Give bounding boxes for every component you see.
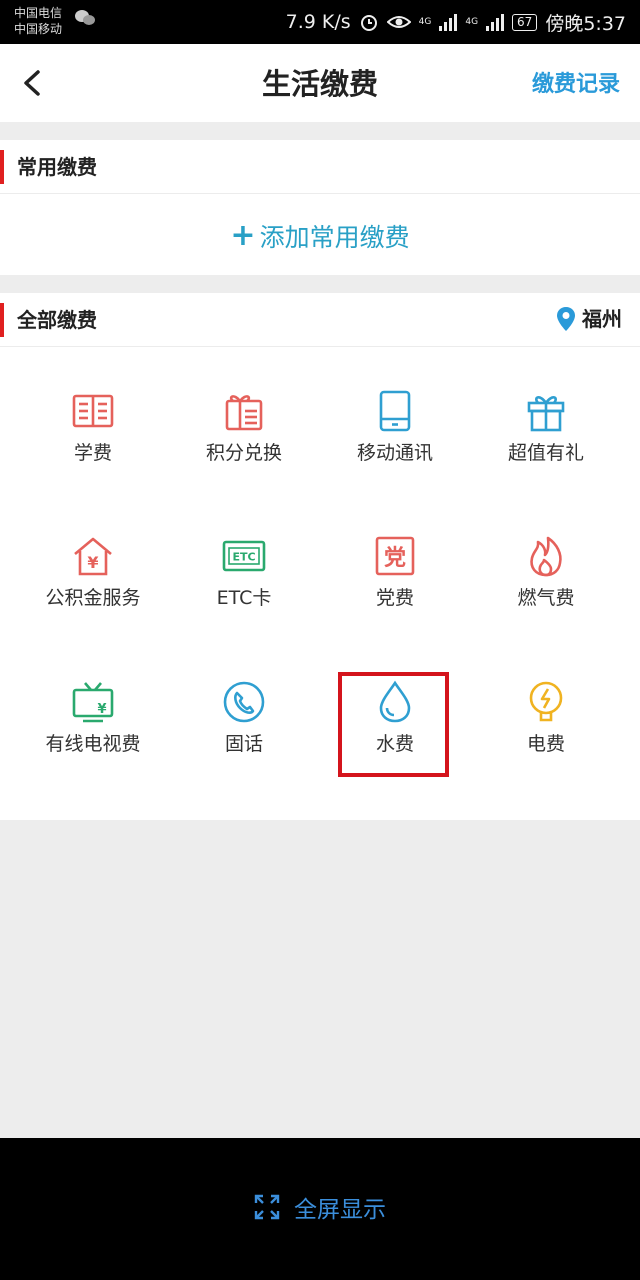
payment-item-etc[interactable]: ETC ETC卡 — [169, 534, 319, 644]
payment-item-label: 有线电视费 — [45, 733, 141, 755]
svg-text:¥: ¥ — [97, 702, 106, 717]
book-icon — [72, 394, 114, 428]
payment-item-label: 积分兑换 — [205, 442, 282, 464]
payment-item-label: 超值有礼 — [507, 442, 584, 464]
payment-item-electricity[interactable]: 电费 — [471, 680, 621, 790]
mobile-phone-icon — [379, 390, 411, 432]
gift-icon — [527, 396, 565, 432]
net-speed: 7.9 K/s — [285, 11, 351, 33]
payment-item-mobile[interactable]: 移动通讯 — [320, 389, 470, 499]
eye-icon — [386, 16, 411, 28]
status-time: 傍晚5:37 — [545, 12, 626, 35]
fullscreen-label: 全屏显示 — [294, 1197, 386, 1223]
payment-item-points-exchange[interactable]: 积分兑换 — [169, 389, 319, 499]
payment-item-label: ETC卡 — [216, 587, 272, 609]
carrier-1: 中国电信 — [14, 6, 63, 20]
payment-item-label: 党费 — [375, 587, 414, 609]
payment-item-label: 电费 — [526, 733, 565, 755]
signal-icon — [439, 13, 458, 31]
bulb-icon — [529, 681, 563, 722]
location-pin-icon — [557, 307, 575, 331]
payment-item-housing-fund[interactable]: ¥ 公积金服务 — [18, 534, 168, 644]
add-common-payment-button[interactable]: + 添加常用缴费 — [0, 195, 640, 276]
tv-icon: ¥ — [72, 682, 114, 723]
payment-item-party-dues[interactable]: 党 党费 — [320, 534, 470, 644]
carrier-2: 中国移动 — [14, 22, 63, 36]
payment-records-link[interactable]: 缴费记录 — [532, 70, 620, 100]
section-header: 常用缴费 — [0, 140, 640, 194]
carrier-info: 中国电信 中国移动 — [14, 5, 62, 37]
landline-icon — [223, 681, 265, 723]
battery-icon: 67 — [512, 13, 538, 31]
payment-item-gas[interactable]: 燃气费 — [471, 534, 621, 644]
etc-card-icon: ETC — [222, 540, 266, 572]
payment-item-gift[interactable]: 超值有礼 — [471, 389, 621, 499]
all-payments-section: 全部缴费 福州 学费 积分兑换 移动通讯 超值有礼 ¥ 公积金服务 ETC ET… — [0, 293, 640, 820]
party-icon: 党 — [375, 536, 415, 576]
expand-icon — [254, 1194, 280, 1220]
payment-item-tuition[interactable]: 学费 — [18, 389, 168, 499]
house-yuan-icon: ¥ — [74, 537, 112, 576]
payment-item-landline[interactable]: 固话 — [169, 680, 319, 790]
payment-item-label: 固话 — [224, 733, 263, 755]
fullscreen-button[interactable]: 全屏显示 — [0, 1190, 640, 1224]
gift-card-icon — [225, 395, 263, 431]
payment-item-label: 移动通讯 — [356, 442, 433, 464]
svg-text:ETC: ETC — [232, 551, 255, 564]
nav-bar: 生活缴费 缴费记录 — [0, 44, 640, 122]
highlight-box — [338, 672, 449, 777]
payment-item-cable-tv[interactable]: ¥ 有线电视费 — [18, 680, 168, 790]
plus-icon: + — [230, 217, 256, 253]
add-common-payment-label: 添加常用缴费 — [259, 222, 410, 252]
city-name: 福州 — [582, 307, 622, 331]
network-type-1: 4G — [418, 16, 432, 27]
svg-text:党: 党 — [384, 546, 406, 571]
payment-item-label: 公积金服务 — [45, 587, 141, 609]
alarm-icon — [360, 15, 377, 31]
section-accent-bar — [0, 150, 4, 184]
status-indicators: 7.9 K/s 4G 4G 67 傍晚5:37 — [286, 9, 626, 35]
wechat-icon — [75, 10, 95, 25]
section-title: 常用缴费 — [17, 155, 97, 179]
flame-icon — [530, 536, 562, 577]
payment-item-label: 学费 — [73, 442, 112, 464]
status-bar: 中国电信 中国移动 7.9 K/s 4G 4G 67 傍晚5:37 — [0, 0, 640, 44]
section-accent-bar — [0, 303, 4, 337]
svg-text:¥: ¥ — [87, 553, 98, 572]
common-payments-section: 常用缴费 + 添加常用缴费 — [0, 140, 640, 275]
bottom-bar: 全屏显示 — [0, 1138, 640, 1280]
signal-icon — [486, 13, 505, 31]
payment-item-label: 燃气费 — [517, 587, 575, 609]
section-title: 全部缴费 — [17, 308, 97, 332]
city-selector[interactable]: 福州 — [556, 305, 622, 333]
section-header: 全部缴费 福州 — [0, 293, 640, 347]
network-type-2: 4G — [465, 16, 479, 27]
